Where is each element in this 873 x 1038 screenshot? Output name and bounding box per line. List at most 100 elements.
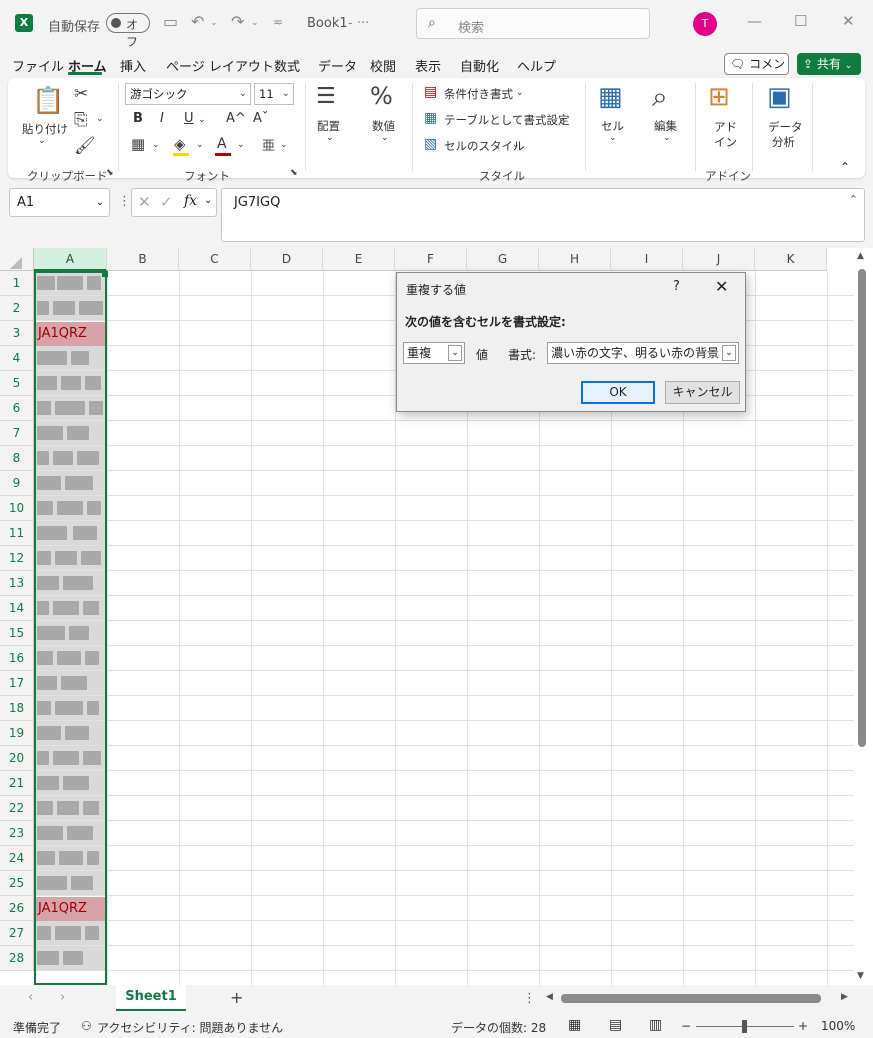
cell-styles-icon[interactable]: ▧ (424, 136, 437, 152)
row-header-3[interactable]: 3 (0, 321, 34, 346)
tab-formulas[interactable]: 数式 (274, 56, 300, 75)
row-header-2[interactable]: 2 (0, 296, 34, 321)
shrink-font-button[interactable]: Aˇ (253, 111, 268, 126)
selection-handle[interactable] (102, 271, 108, 277)
row-header-22[interactable]: 22 (0, 796, 34, 821)
cell-a27[interactable] (35, 921, 106, 945)
copy-icon[interactable]: ⎘ (74, 110, 88, 130)
zoom-out-button[interactable]: − (681, 1019, 691, 1033)
insert-function-button[interactable]: fx (184, 193, 197, 209)
redo-icon[interactable]: ↷ (231, 12, 244, 31)
tab-data[interactable]: データ (318, 56, 357, 75)
cell-a11[interactable] (35, 521, 106, 545)
bold-button[interactable]: B (133, 111, 143, 126)
row-header-8[interactable]: 8 (0, 446, 34, 471)
analyze-data-label-1[interactable]: データ (768, 119, 803, 135)
format-as-table-icon[interactable]: ▦ (424, 110, 437, 126)
row-header-5[interactable]: 5 (0, 371, 34, 396)
maximize-icon[interactable]: ☐ (794, 12, 807, 30)
sheet-tab-sheet1[interactable]: Sheet1 (116, 985, 186, 1011)
tab-view[interactable]: 表示 (415, 56, 441, 75)
cell-a18[interactable] (35, 696, 106, 720)
grow-font-button[interactable]: A^ (226, 111, 246, 126)
cell-a12[interactable] (35, 546, 106, 570)
row-header-17[interactable]: 17 (0, 671, 34, 696)
duplicate-type-select[interactable]: 重複 ⌄ (403, 342, 465, 364)
row-header-19[interactable]: 19 (0, 721, 34, 746)
cut-icon[interactable]: ✂ (74, 84, 88, 104)
next-sheet-icon[interactable]: › (60, 990, 65, 1005)
minimize-icon[interactable]: — (747, 12, 762, 30)
alignment-label[interactable]: 配置 (317, 118, 340, 134)
analyze-data-label-2[interactable]: 分析 (772, 134, 795, 150)
font-launcher-icon[interactable]: ⬊ (290, 168, 298, 178)
column-header-k[interactable]: K (755, 248, 827, 271)
row-header-25[interactable]: 25 (0, 871, 34, 896)
font-name-select[interactable]: 游ゴシック ⌄ (125, 83, 251, 105)
format-select[interactable]: 濃い赤の文字、明るい赤の背景 ⌄ (547, 342, 739, 364)
number-label[interactable]: 数値 (372, 118, 395, 134)
row-header-14[interactable]: 14 (0, 596, 34, 621)
more-icon[interactable]: ⋮ (118, 194, 131, 209)
vertical-scrollbar[interactable]: ▲ ▼ (855, 251, 869, 983)
help-button[interactable]: ? (673, 279, 680, 294)
cell-a28[interactable] (35, 946, 106, 970)
cells-label[interactable]: セル (601, 118, 624, 134)
scroll-down-icon[interactable]: ▼ (857, 971, 864, 981)
cell-a14[interactable] (35, 596, 106, 620)
row-header-9[interactable]: 9 (0, 471, 34, 496)
accessibility-status[interactable]: アクセシビリティ: 問題ありません (97, 1019, 283, 1036)
column-header-d[interactable]: D (251, 248, 323, 271)
column-header-f[interactable]: F (395, 248, 467, 271)
customize-qat-icon[interactable]: ≂ (273, 15, 283, 29)
scroll-up-icon[interactable]: ▲ (857, 251, 864, 261)
row-header-20[interactable]: 20 (0, 746, 34, 771)
scroll-right-icon[interactable]: ▶ (841, 992, 848, 1002)
search-box[interactable]: ⌕ 検索 (416, 8, 650, 39)
row-header-6[interactable]: 6 (0, 396, 34, 421)
row-header-13[interactable]: 13 (0, 571, 34, 596)
cell-a26[interactable]: JA1QRZ (35, 897, 106, 921)
paste-label[interactable]: 貼り付け (22, 121, 68, 137)
clipboard-launcher-icon[interactable]: ⬊ (106, 168, 114, 178)
cell-a17[interactable] (35, 671, 106, 695)
cell-a10[interactable] (35, 496, 106, 520)
enter-icon[interactable]: ✓ (160, 193, 173, 211)
vertical-scroll-thumb[interactable] (858, 269, 866, 747)
row-header-18[interactable]: 18 (0, 696, 34, 721)
number-dropdown-icon[interactable]: ⌄ (381, 133, 389, 143)
format-as-table-dropdown-icon[interactable]: ⌄ (558, 114, 566, 124)
zoom-slider-knob[interactable] (742, 1020, 747, 1033)
row-header-28[interactable]: 28 (0, 946, 34, 971)
row-header-21[interactable]: 21 (0, 771, 34, 796)
editing-dropdown-icon[interactable]: ⌄ (663, 133, 671, 143)
cell-a23[interactable] (35, 821, 106, 845)
paste-icon[interactable]: 📋 (32, 86, 64, 116)
cells-dropdown-icon[interactable]: ⌄ (609, 133, 617, 143)
borders-dropdown-icon[interactable]: ⌄ (152, 140, 160, 150)
row-header-26[interactable]: 26 (0, 896, 34, 921)
conditional-format-icon[interactable]: ▤ (424, 84, 437, 100)
row-header-10[interactable]: 10 (0, 496, 34, 521)
cell-a13[interactable] (35, 571, 106, 595)
save-icon[interactable]: ▭ (163, 12, 178, 31)
cell-a2[interactable] (35, 296, 106, 320)
cell-a1[interactable] (35, 271, 106, 295)
share-button[interactable]: ⇪ 共有 ⌄ (797, 53, 861, 75)
tab-help[interactable]: ヘルプ (517, 56, 556, 75)
expand-formula-icon[interactable]: ⌃ (849, 193, 858, 206)
row-header-16[interactable]: 16 (0, 646, 34, 671)
page-layout-view-icon[interactable]: ▤ (609, 1017, 622, 1033)
user-avatar[interactable]: T (693, 12, 717, 36)
cell-a24[interactable] (35, 846, 106, 870)
phonetic-guide-icon[interactable]: 亜 (262, 135, 275, 154)
row-header-7[interactable]: 7 (0, 421, 34, 446)
column-header-h[interactable]: H (539, 248, 611, 271)
cell-a19[interactable] (35, 721, 106, 745)
cells-icon[interactable]: ▦ (598, 82, 623, 112)
add-ins-icon[interactable]: ⊞ (708, 82, 730, 112)
add-ins-label-2[interactable]: イン (714, 134, 737, 150)
formula-input[interactable]: JG7IGQ ⌃ (221, 188, 865, 242)
italic-button[interactable]: I (160, 111, 164, 126)
paste-dropdown-icon[interactable]: ⌄ (38, 136, 46, 146)
